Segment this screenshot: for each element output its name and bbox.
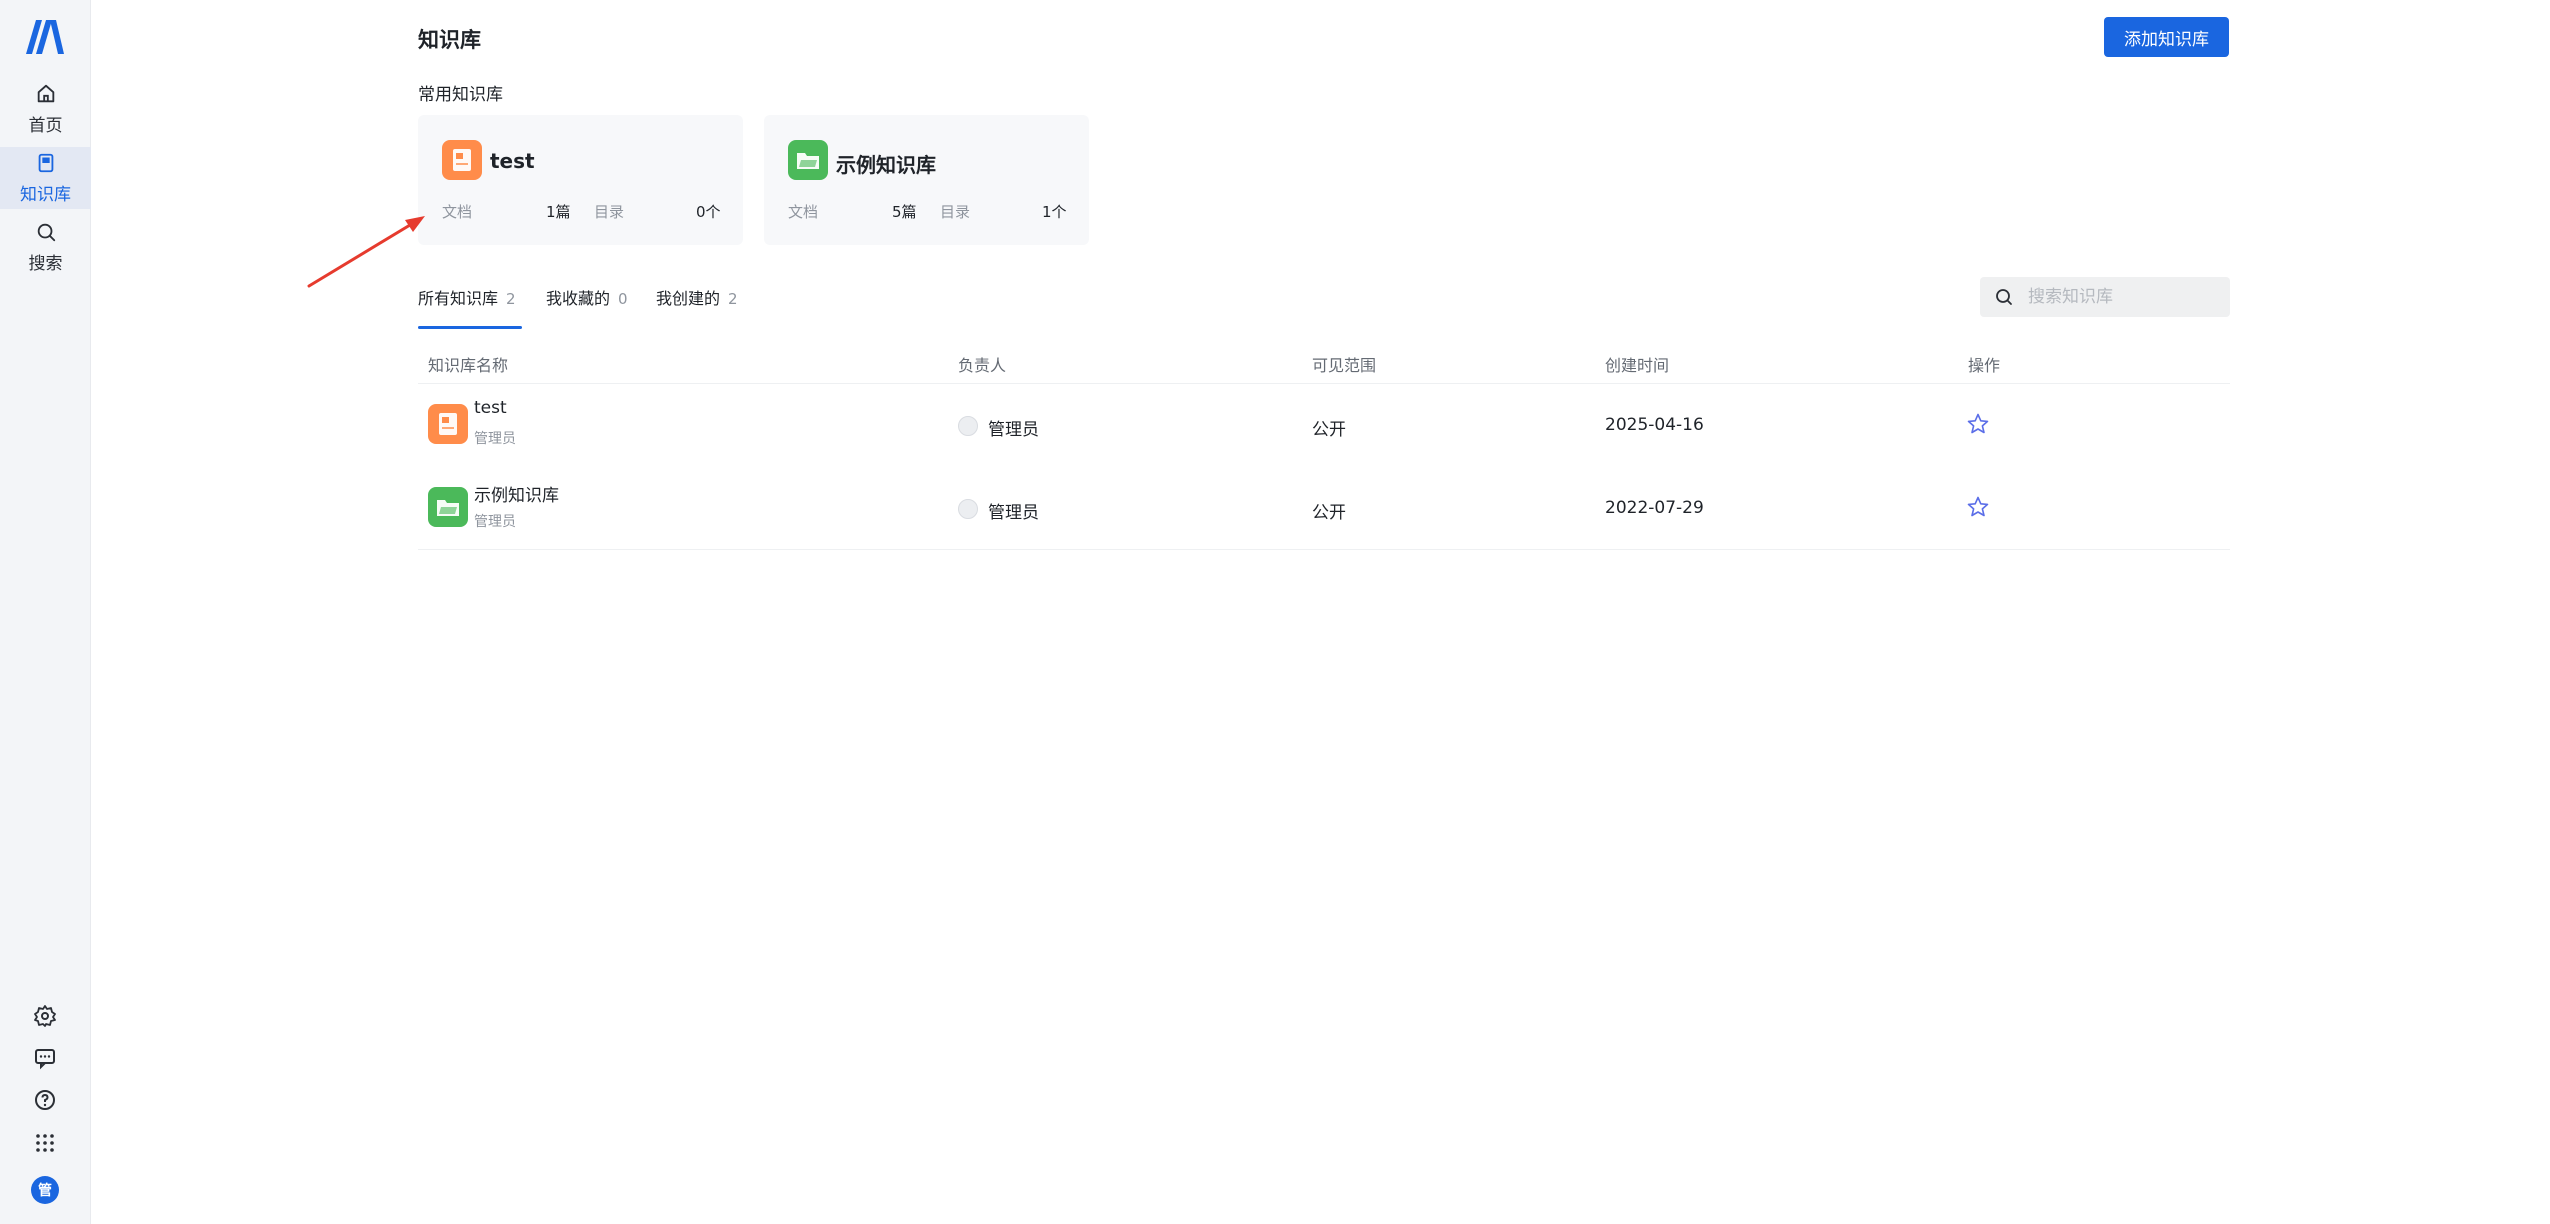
card-doc-count: 5篇 (892, 203, 917, 221)
tab-label: 所有知识库 (418, 289, 499, 308)
folder-icon (428, 487, 468, 527)
tab-count: 2 (506, 290, 516, 308)
tab-bar: 所有知识库 2 我收藏的 0 我创建的 2 (418, 285, 2230, 329)
tab-created[interactable]: 我创建的 2 (656, 285, 738, 329)
row-name[interactable]: 示例知识库 (474, 481, 559, 506)
search-input[interactable] (2028, 287, 2218, 307)
created-date: 2022-07-29 (1605, 498, 1704, 518)
frequent-section-title: 常用知识库 (418, 85, 503, 105)
doc-icon (442, 140, 482, 180)
add-knowledge-base-button[interactable]: 添加知识库 (2104, 17, 2229, 57)
app-logo[interactable] (24, 18, 66, 56)
tab-count: 2 (728, 290, 738, 308)
frequent-card-example[interactable]: 示例知识库 文档 5篇 目录 1个 (764, 115, 1089, 245)
sidebar-item-label: 首页 (28, 115, 63, 136)
star-icon[interactable] (1966, 495, 1990, 519)
table-row[interactable]: test 管理员 管理员 公开 2025-04-16 (418, 384, 2230, 467)
sidebar-item-label: 搜索 (28, 253, 63, 274)
tab-count: 0 (618, 290, 628, 308)
message-icon[interactable] (33, 1046, 57, 1070)
help-icon[interactable] (33, 1088, 57, 1112)
card-dir-count: 1个 (1042, 203, 1067, 221)
card-name: test (490, 149, 535, 173)
column-header-scope: 可见范围 (1312, 356, 1377, 375)
created-date: 2025-04-16 (1605, 415, 1704, 435)
frequent-card-test[interactable]: test 文档 1篇 目录 0个 (418, 115, 743, 245)
sidebar-item-label: 知识库 (20, 184, 71, 205)
settings-icon[interactable] (33, 1004, 57, 1028)
knowledge-base-table: 知识库名称 负责人 可见范围 创建时间 操作 test 管理员 管理员 公开 2… (418, 344, 2230, 550)
column-header-created: 创建时间 (1605, 356, 1670, 375)
row-name[interactable]: test (474, 398, 507, 418)
table-header: 知识库名称 负责人 可见范围 创建时间 操作 (418, 344, 2230, 384)
card-dir-label: 目录 (594, 203, 625, 221)
folder-icon (788, 140, 828, 180)
apps-grid-icon[interactable] (33, 1131, 57, 1155)
sidebar-item-home[interactable]: 首页 (0, 78, 91, 140)
annotation-arrow-icon (307, 216, 425, 288)
card-doc-count: 1篇 (546, 203, 571, 221)
tab-all[interactable]: 所有知识库 2 (418, 285, 522, 329)
card-dir-label: 目录 (940, 203, 971, 221)
tab-label: 我收藏的 (546, 289, 611, 308)
column-header-owner: 负责人 (958, 356, 1007, 375)
page-title: 知识库 (418, 28, 481, 52)
home-icon (37, 84, 54, 102)
sidebar: 首页 知识库 搜索 管 (0, 0, 91, 1224)
user-avatar[interactable]: 管 (31, 1176, 59, 1204)
card-doc-label: 文档 (442, 203, 473, 221)
search-icon (37, 223, 55, 241)
star-icon[interactable] (1966, 412, 1990, 436)
owner-name: 管理员 (988, 420, 1039, 440)
row-subtitle: 管理员 (474, 514, 516, 530)
owner-avatar (958, 416, 978, 436)
tab-label: 我创建的 (656, 289, 721, 308)
owner-name: 管理员 (988, 503, 1039, 523)
sidebar-item-knowledge-base[interactable]: 知识库 (0, 147, 91, 209)
card-name: 示例知识库 (836, 153, 936, 177)
table-row[interactable]: 示例知识库 管理员 管理员 公开 2022-07-29 (418, 467, 2230, 550)
book-icon (38, 153, 53, 172)
card-dir-count: 0个 (696, 203, 721, 221)
visibility-scope: 公开 (1312, 503, 1346, 523)
visibility-scope: 公开 (1312, 420, 1346, 440)
card-doc-label: 文档 (788, 203, 819, 221)
search-box[interactable] (1980, 277, 2230, 317)
sidebar-item-search[interactable]: 搜索 (0, 216, 91, 278)
row-subtitle: 管理员 (474, 431, 516, 447)
column-header-actions: 操作 (1968, 356, 2001, 375)
tab-favorites[interactable]: 我收藏的 0 (546, 285, 628, 329)
column-header-name: 知识库名称 (428, 356, 509, 375)
doc-icon (428, 404, 468, 444)
search-icon (1996, 289, 2012, 305)
owner-avatar (958, 499, 978, 519)
